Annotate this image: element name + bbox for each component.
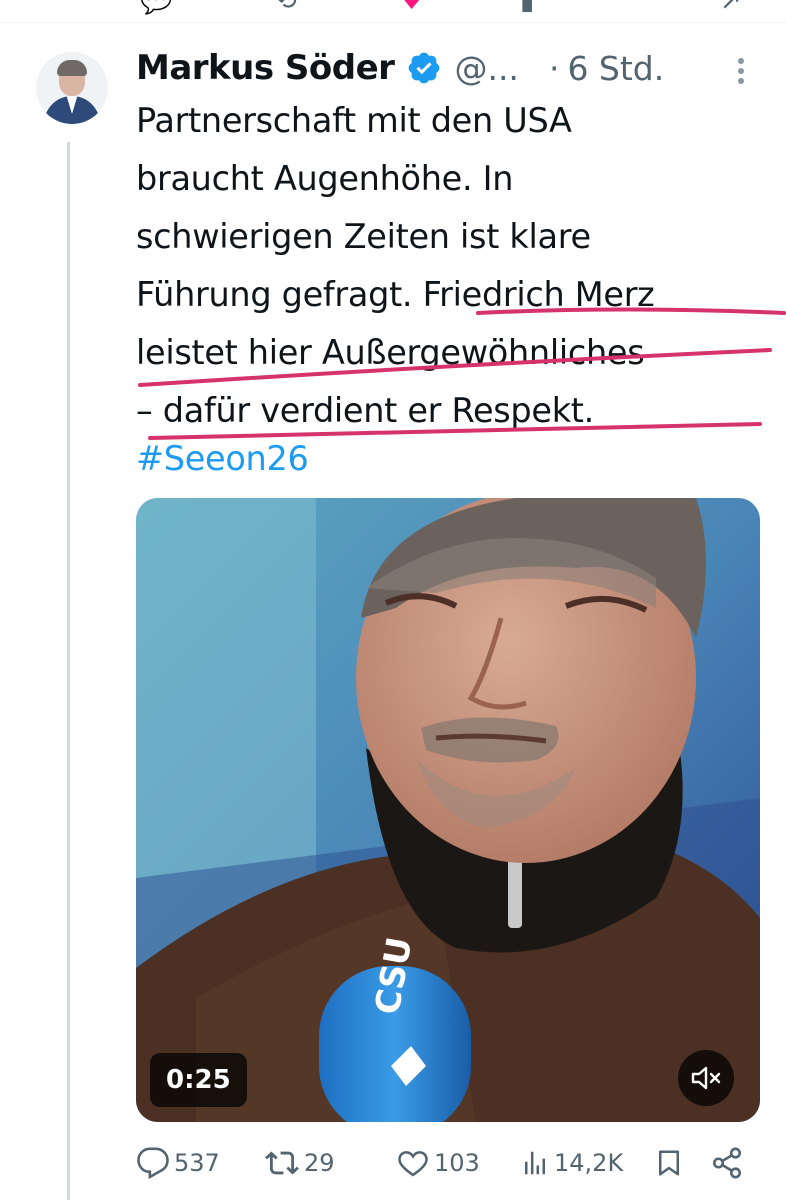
more-vertical-icon[interactable]	[733, 56, 749, 86]
like-button[interactable]: 103	[396, 1140, 480, 1186]
repost-count: 29	[304, 1149, 335, 1177]
hashtag-link[interactable]: #Seeon26	[136, 430, 309, 488]
like-icon[interactable]: ♥	[400, 0, 423, 16]
avatar-hair	[57, 60, 87, 76]
previous-tweet-action-bar: 💬 ⟲ ♥ ▮ ↗	[0, 0, 786, 23]
repost-button[interactable]: 29	[264, 1140, 335, 1186]
author-name[interactable]: Markus Söder	[136, 48, 395, 88]
video-duration: 0:25	[150, 1053, 247, 1107]
repost-icon[interactable]: ⟲	[275, 0, 297, 16]
reply-button[interactable]: 537	[136, 1140, 220, 1186]
share-icon	[712, 1147, 742, 1179]
header-separator: ·	[548, 48, 560, 88]
bookmark-icon	[659, 1150, 679, 1176]
tweet-action-bar: 537 29 103 14,2K	[136, 1140, 776, 1186]
view-count: 14,2K	[554, 1149, 624, 1177]
views-icon[interactable]: ▮	[520, 0, 534, 16]
views-button[interactable]: 14,2K	[520, 1140, 623, 1186]
video-frame: CSU	[136, 498, 760, 1122]
speaker-icon	[691, 1066, 721, 1090]
thread-line	[67, 142, 70, 1200]
share-icon[interactable]: ↗	[720, 0, 742, 16]
views-icon	[525, 1151, 545, 1175]
bookmark-button[interactable]	[654, 1140, 684, 1186]
avatar[interactable]	[36, 52, 108, 124]
verified-badge-icon	[409, 52, 440, 84]
like-count: 103	[434, 1149, 480, 1177]
reply-icon[interactable]: 💬	[140, 0, 172, 16]
repost-icon	[265, 1151, 299, 1175]
author-handle[interactable]: @...	[454, 49, 518, 88]
tweet-timestamp[interactable]: 6 Std.	[567, 49, 664, 88]
share-button[interactable]	[710, 1140, 744, 1186]
tweet-header: Markus Söder @... · 6 Std.	[136, 44, 664, 92]
reply-icon	[137, 1147, 169, 1180]
volume-muted-icon[interactable]	[678, 1050, 734, 1106]
video-player[interactable]: CSU	[136, 498, 760, 1122]
heart-icon	[398, 1151, 428, 1177]
tweet-text: Partnerschaft mit den USA braucht Augenh…	[136, 101, 655, 430]
reply-count: 537	[174, 1149, 220, 1177]
